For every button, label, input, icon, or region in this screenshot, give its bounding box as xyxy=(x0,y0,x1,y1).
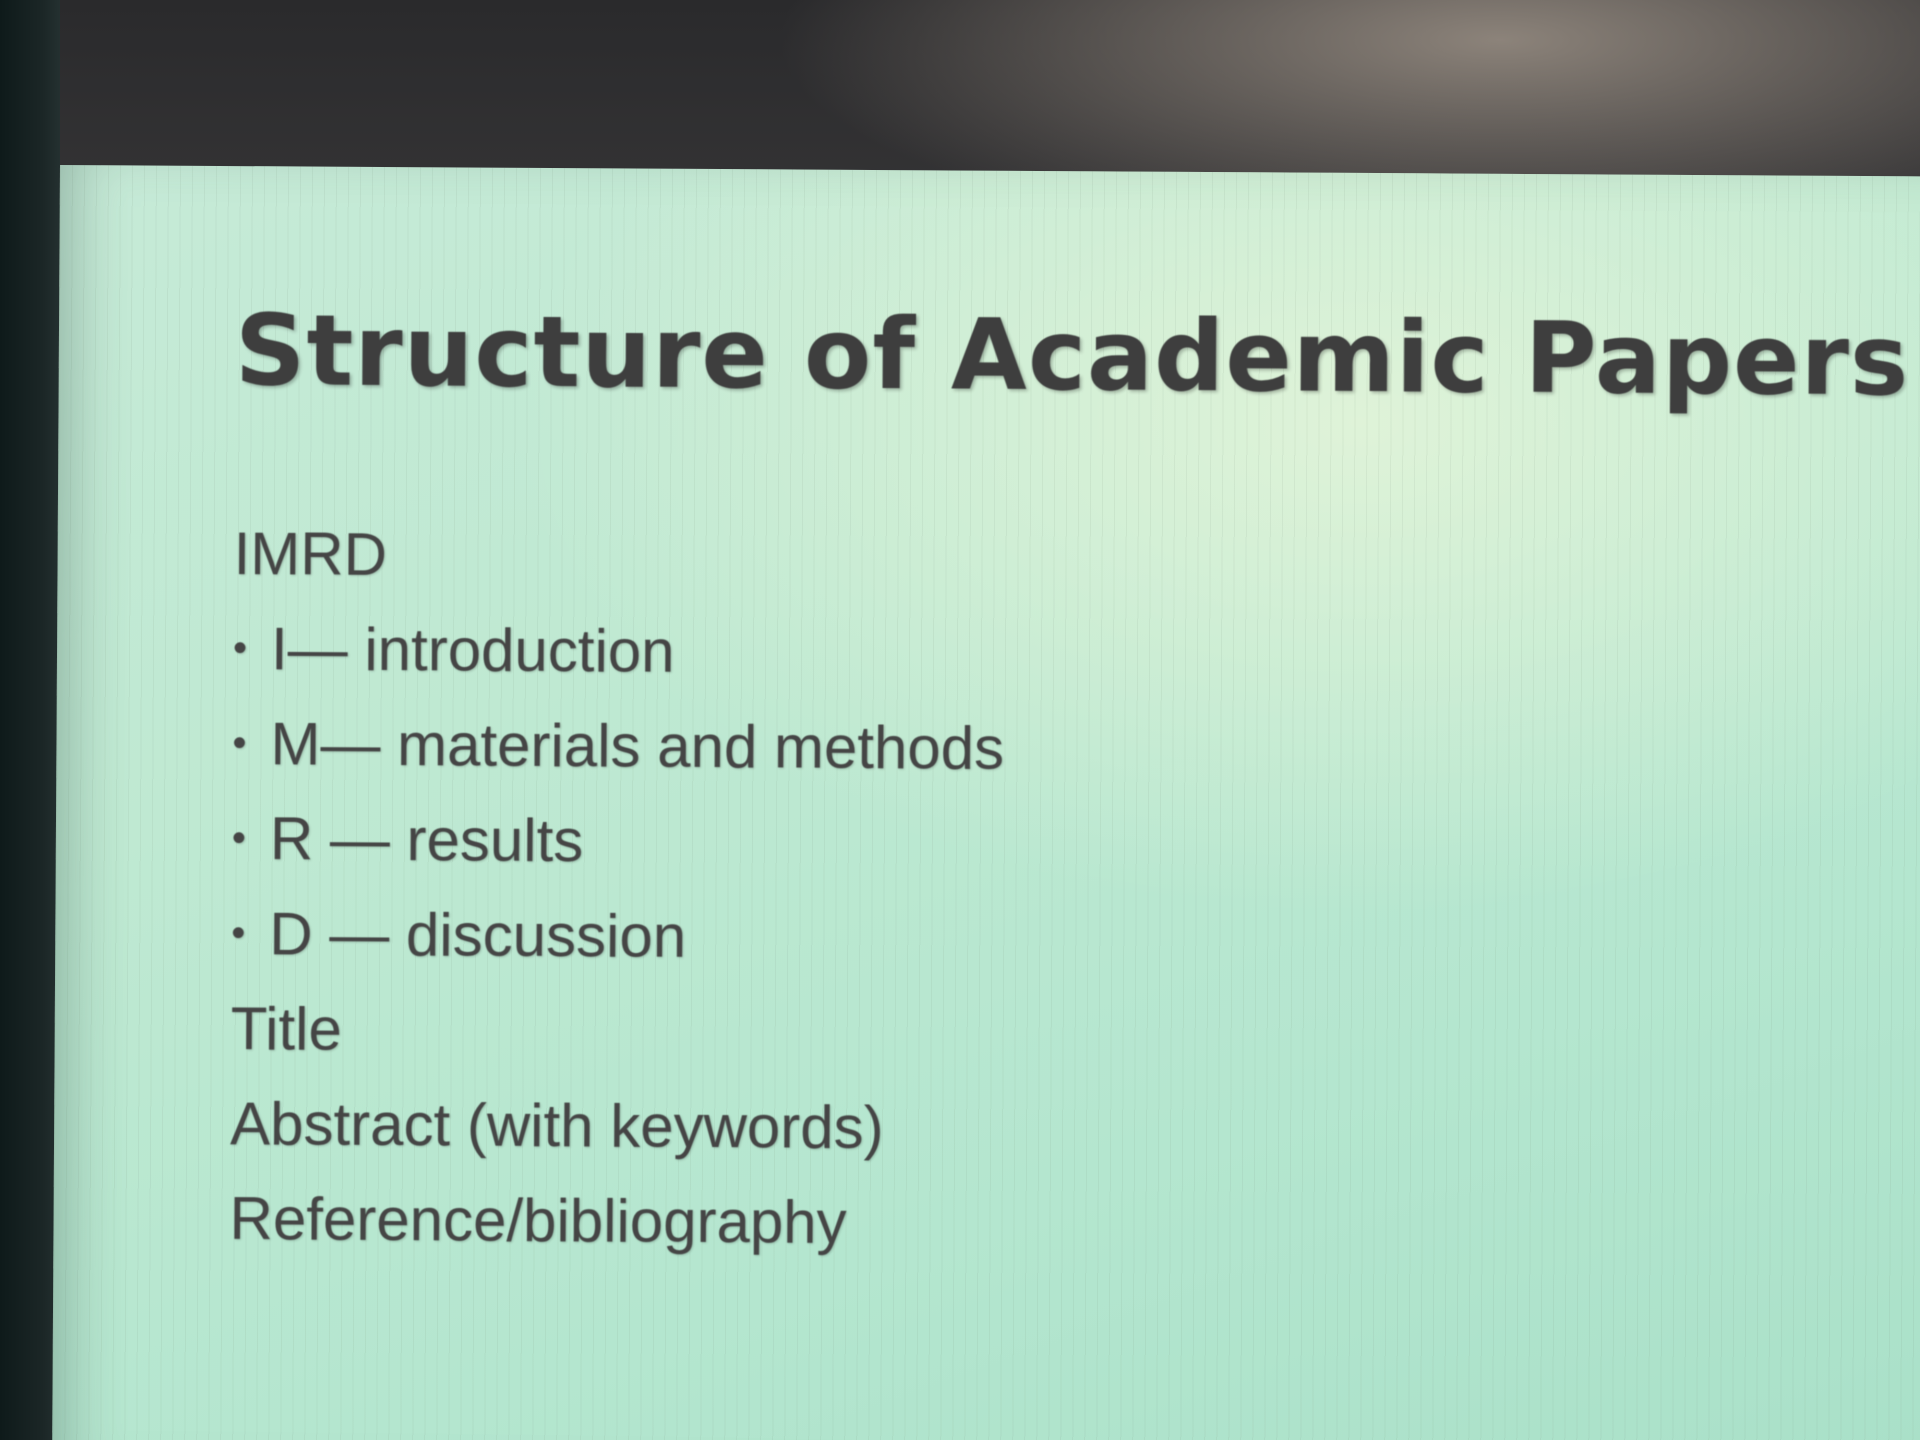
bullet-text: I— introduction xyxy=(270,615,675,685)
bullet-text: M— materials and methods xyxy=(270,710,1005,782)
bullet-item-methods: • M— materials and methods xyxy=(232,696,1004,796)
photo: Structure of Academic Papers IMRD • I— in… xyxy=(0,0,1920,1440)
bullet-item-results: • R — results xyxy=(232,791,1004,891)
bullet-text: D — discussion xyxy=(269,900,687,970)
projector-bezel xyxy=(0,0,60,1440)
presentation-slide: Structure of Academic Papers IMRD • I— in… xyxy=(52,165,1920,1440)
bullet-item-discussion: • D — discussion xyxy=(231,886,1003,986)
line-abstract: Abstract (with keywords) xyxy=(229,1090,884,1162)
bullet-icon: • xyxy=(232,721,247,766)
slide-title: Structure of Academic Papers xyxy=(234,294,1910,419)
imrd-heading: IMRD xyxy=(233,520,388,589)
bullet-text: R — results xyxy=(269,805,584,875)
bullet-icon: • xyxy=(231,816,247,861)
bullet-icon: • xyxy=(231,911,246,956)
slide-content: IMRD • I— introduction • M— materials and … xyxy=(229,506,1005,1271)
bullet-icon: • xyxy=(232,626,248,671)
line-references: Reference/bibliography xyxy=(229,1185,847,1256)
bullet-item-introduction: • I— introduction xyxy=(233,601,1005,701)
line-title: Title xyxy=(230,995,343,1063)
